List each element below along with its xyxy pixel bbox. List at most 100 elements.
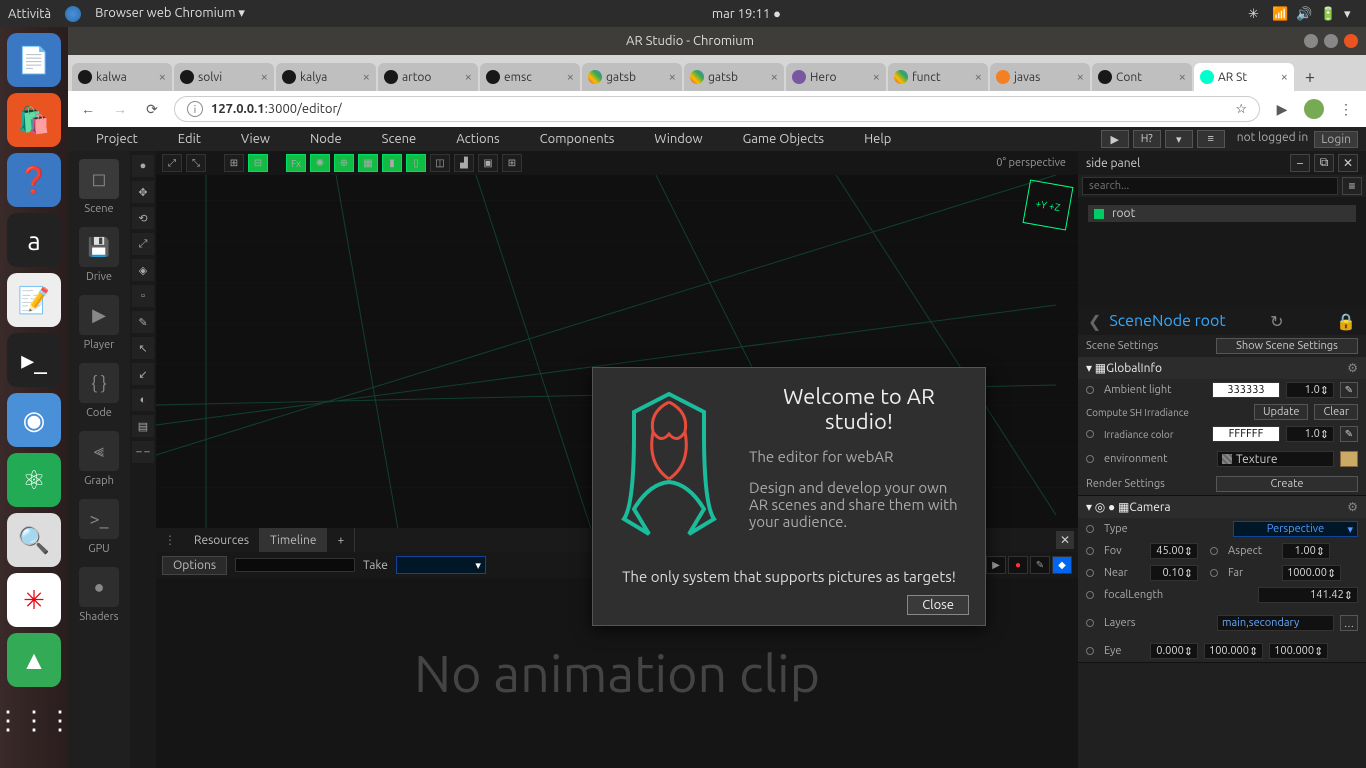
vp-fx-icon[interactable]: Fx	[286, 154, 306, 172]
play-button[interactable]: ▶	[1101, 130, 1129, 148]
search-menu-icon[interactable]: ≡	[1342, 177, 1362, 195]
tool-rotate[interactable]: ⟲	[132, 207, 154, 229]
new-tab-button[interactable]: +	[1296, 63, 1324, 91]
bottom-close[interactable]: ✕	[1056, 531, 1074, 549]
launcher-terminal[interactable]: ▸_	[7, 333, 61, 387]
menu-scene[interactable]: Scene	[362, 132, 437, 146]
launcher-software[interactable]: 🛍️	[7, 93, 61, 147]
globalinfo-header[interactable]: ▾ ▦ GlobalInfo⚙	[1078, 357, 1366, 379]
browser-tab[interactable]: AR St×	[1194, 63, 1294, 91]
mode-shaders[interactable]: ●Shaders	[72, 563, 126, 631]
menu-view[interactable]: View	[221, 132, 290, 146]
ambient-picker-icon[interactable]: ✎	[1340, 382, 1358, 398]
tab-close-icon[interactable]: ×	[261, 70, 268, 84]
power-icon[interactable]: ▾	[1344, 7, 1358, 21]
window-close[interactable]	[1344, 34, 1358, 48]
chevron-left-icon[interactable]: ❮	[1088, 312, 1101, 331]
search-input[interactable]	[1082, 177, 1338, 195]
focal-value[interactable]: 141.42 ⇕	[1258, 587, 1358, 603]
browser-tab[interactable]: kalwa×	[72, 63, 172, 91]
vp-grid2-icon[interactable]: ▦	[358, 154, 378, 172]
show-settings-button[interactable]: Show Scene Settings	[1216, 338, 1358, 354]
tab-close-icon[interactable]: ×	[363, 70, 370, 84]
panel-close[interactable]: ✕	[1338, 154, 1358, 172]
browser-tab[interactable]: gatsb×	[684, 63, 784, 91]
mode-scene[interactable]: ◻Scene	[72, 155, 126, 223]
vp-expand-icon[interactable]: ⤢	[162, 154, 182, 172]
launcher-chromium[interactable]: ◉	[7, 393, 61, 447]
tab-close-icon[interactable]: ×	[771, 70, 778, 84]
browser-tab[interactable]: gatsb×	[582, 63, 682, 91]
tab-close-icon[interactable]: ×	[669, 70, 676, 84]
folder-icon[interactable]	[1340, 451, 1358, 467]
launcher-help[interactable]: ❓	[7, 153, 61, 207]
tool-node[interactable]: ▫	[132, 285, 154, 307]
site-info-icon[interactable]: i	[187, 101, 203, 117]
launcher-image-viewer[interactable]: 🔍	[7, 513, 61, 567]
mode-player[interactable]: ▶Player	[72, 291, 126, 359]
panel-detach[interactable]: ⧉	[1314, 154, 1334, 172]
vp-cube-icon[interactable]: ⊞	[502, 154, 522, 172]
mode-gpu[interactable]: >_GPU	[72, 495, 126, 563]
launcher-slack[interactable]: ✳	[7, 573, 61, 627]
timeline-slider[interactable]	[235, 558, 355, 572]
volume-icon[interactable]: 🔊	[1296, 7, 1310, 21]
browser-tab[interactable]: kalya×	[276, 63, 376, 91]
menu-project[interactable]: Project	[76, 132, 158, 146]
camera-header[interactable]: ▾ ◎ ● ▦ Camera⚙	[1078, 496, 1366, 518]
toolbar-dropdown[interactable]: ▾	[1165, 130, 1193, 148]
create-button[interactable]: Create	[1216, 476, 1358, 492]
tab-timeline[interactable]: Timeline	[260, 528, 327, 552]
tl-key[interactable]: ✎	[1030, 556, 1050, 574]
gear-icon[interactable]: ⚙	[1347, 500, 1358, 514]
help-toggle[interactable]: H?	[1133, 130, 1161, 148]
menu-edit[interactable]: Edit	[158, 132, 221, 146]
tab-close-icon[interactable]: ×	[873, 70, 880, 84]
tool-move[interactable]: ✥	[132, 181, 154, 203]
vp-globe-icon[interactable]: ⊕	[334, 154, 354, 172]
tool-gizmo[interactable]: ◈	[132, 259, 154, 281]
tool-eyedrop[interactable]: ◐	[132, 389, 154, 411]
vp-square-icon[interactable]: ▣	[478, 154, 498, 172]
vp-film-icon[interactable]: ▮	[382, 154, 402, 172]
modal-close-button[interactable]: Close	[907, 595, 969, 615]
clock[interactable]: mar 19:11 ●	[245, 6, 1248, 21]
axis-gizmo[interactable]: +Y +Z	[1023, 180, 1074, 231]
toolbar-hamburger[interactable]: ≡	[1197, 130, 1225, 148]
vp-clip-icon[interactable]: ▯	[406, 154, 426, 172]
launcher-android-studio[interactable]: ▲	[7, 633, 61, 687]
far-value[interactable]: 1000.00 ⇕	[1282, 565, 1341, 581]
window-maximize[interactable]	[1324, 34, 1338, 48]
mode-code[interactable]: { }Code	[72, 359, 126, 427]
menu-window[interactable]: Window	[634, 132, 722, 146]
irradiance-value[interactable]: 1.0⇕	[1286, 426, 1334, 442]
fov-value[interactable]: 45.00 ⇕	[1150, 543, 1198, 559]
tl-record[interactable]: ●	[1008, 556, 1028, 574]
tool-select[interactable]: ↖	[132, 337, 154, 359]
menu-actions[interactable]: Actions	[436, 132, 519, 146]
wifi-icon[interactable]: 📶	[1272, 7, 1286, 21]
hierarchy-tree[interactable]: root	[1078, 197, 1366, 307]
login-button[interactable]: Login	[1314, 131, 1358, 148]
menu-help[interactable]: Help	[844, 132, 911, 146]
panel-minimize[interactable]: –	[1290, 154, 1310, 172]
options-button[interactable]: Options	[162, 556, 227, 575]
vp-cam-icon[interactable]: ◫	[430, 154, 450, 172]
launcher-apps[interactable]: ⋮⋮⋮	[7, 693, 61, 747]
bookmark-icon[interactable]: ☆	[1235, 102, 1247, 117]
tab-close-icon[interactable]: ×	[159, 70, 166, 84]
tool-text[interactable]: ▤	[132, 415, 154, 437]
tab-close-icon[interactable]: ×	[465, 70, 472, 84]
take-select[interactable]: ▾	[396, 556, 486, 574]
tool-edit[interactable]: ✎	[132, 311, 154, 333]
aspect-value[interactable]: 1.00 ⇕	[1282, 543, 1330, 559]
activities[interactable]: Attività	[8, 7, 51, 21]
mode-graph[interactable]: ⫷Graph	[72, 427, 126, 495]
nav-back[interactable]: ←	[78, 99, 98, 119]
type-select[interactable]: Perspective	[1233, 521, 1358, 537]
clear-button[interactable]: Clear	[1314, 404, 1358, 420]
tree-item-root[interactable]: root	[1088, 205, 1356, 222]
app-menu-label[interactable]: Browser web Chromium ▾	[95, 6, 245, 21]
menu-components[interactable]: Components	[520, 132, 635, 146]
tab-close-icon[interactable]: ×	[1077, 70, 1084, 84]
